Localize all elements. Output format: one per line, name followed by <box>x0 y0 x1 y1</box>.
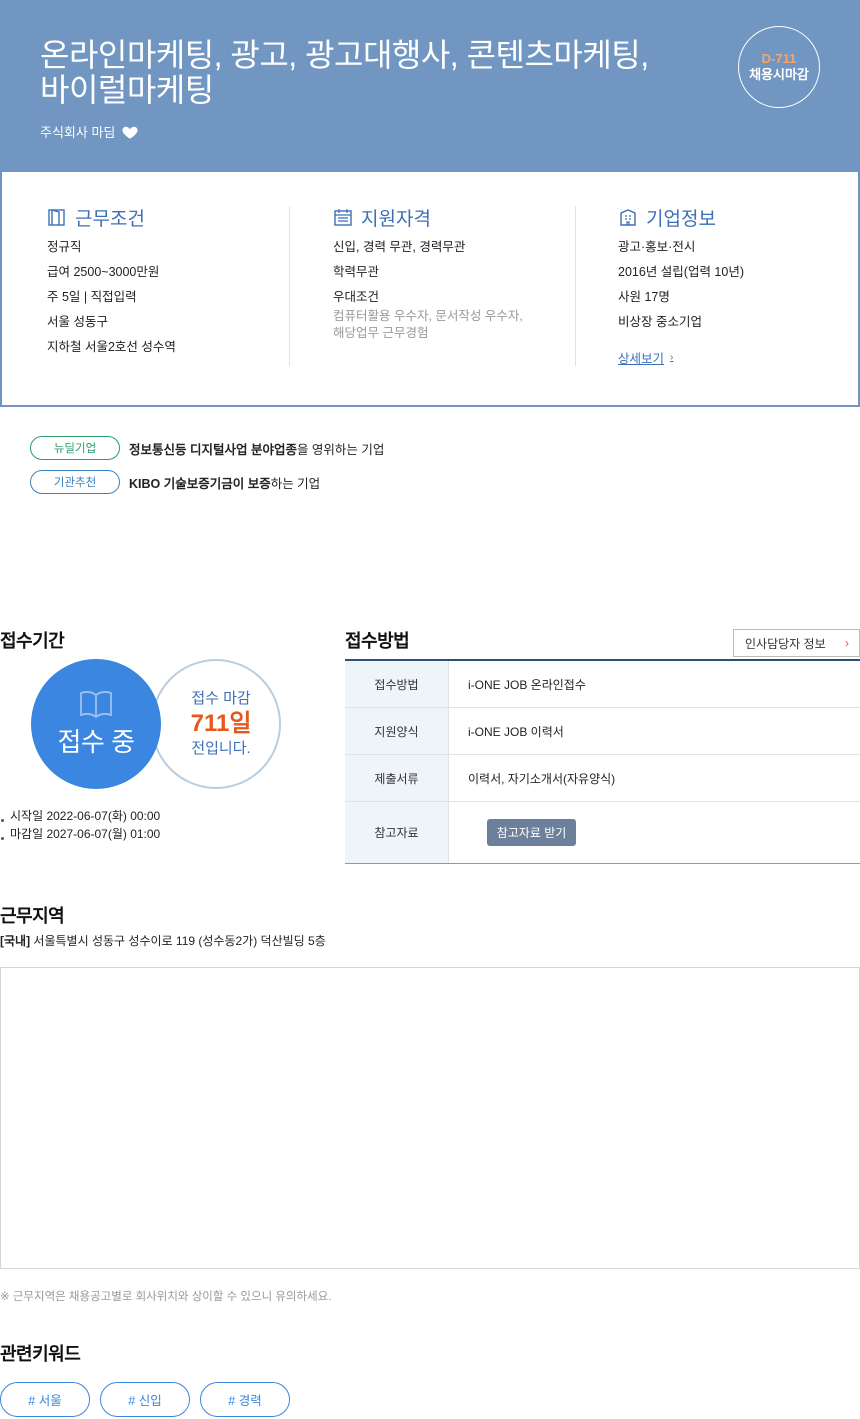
hr-contact-button[interactable]: 인사담당자 정보 › <box>733 629 860 657</box>
keyword-tag[interactable]: # 서울 <box>0 1382 90 1417</box>
deadline-days: 711일 <box>190 710 252 737</box>
work-line: 급여 2500~3000만원 <box>47 265 160 279</box>
calendar-icon <box>334 209 352 226</box>
row-key: 지원양식 <box>345 708 449 754</box>
job-title-line2: 바이럴마케팅 <box>40 72 214 108</box>
qualifications-head: 지원자격 <box>333 206 563 230</box>
dday-label: 채용시마감 <box>749 67 809 82</box>
company-line: 비상장 중소기업 <box>618 315 702 329</box>
table-row: 지원양식 i-ONE JOB 이력서 <box>345 708 860 755</box>
work-line: 정규직 <box>47 240 82 254</box>
company-line: 사원 17명 <box>618 290 670 304</box>
row-value: i-ONE JOB 온라인접수 <box>468 677 586 692</box>
hr-contact-label[interactable]: 인사담당자 정보 <box>745 635 826 652</box>
job-title-line1: 온라인마케팅, 광고, 광고대행사, 콘텐츠마케팅, <box>40 37 649 73</box>
badge-description-bold: 정보통신등 디지털사업 분야업종 <box>129 442 297 457</box>
region-address-text: 서울특별시 성동구 성수이로 119 (성수동2가) 덕산빌딩 5층 <box>33 934 326 948</box>
badge-description-rest: 을 영위하는 기업 <box>296 442 385 457</box>
map-area[interactable] <box>0 967 860 1269</box>
job-header: 온라인마케팅, 광고, 광고대행사, 콘텐츠마케팅, 바이럴마케팅 주식회사 마… <box>0 0 860 172</box>
preferred-detail: 컴퓨터활용 우수자, 문서작성 우수자, <box>333 309 523 323</box>
method-table: 접수방법 i-ONE JOB 온라인접수 지원양식 i-ONE JOB 이력서 … <box>345 659 860 864</box>
newdeal-badge: 뉴딜기업 <box>30 436 120 460</box>
row-value: i-ONE JOB 이력서 <box>468 724 564 739</box>
work-conditions-title: 근무조건 <box>75 208 145 230</box>
company-line: 광고·홍보·전시 <box>618 240 696 254</box>
dday-badge: D-711 채용시마감 <box>738 26 820 108</box>
region-title: 근무지역 <box>0 906 65 926</box>
dday-count: D-711 <box>761 51 797 66</box>
keyword-tag[interactable]: # 경력 <box>200 1382 290 1417</box>
table-row: 접수방법 i-ONE JOB 온라인접수 <box>345 661 860 708</box>
chevron-right-icon: › <box>845 636 849 650</box>
agency-recommend-badge: 기관추천 <box>30 470 120 494</box>
company-name[interactable]: 주식회사 마딤 <box>40 122 115 141</box>
job-title: 온라인마케팅, 광고, 광고대행사, 콘텐츠마케팅, 바이럴마케팅 <box>40 38 680 108</box>
qualification-line: 학력무관 <box>333 265 380 279</box>
badge-row: 기관추천 KIBO 기술보증기금이 보증하는 기업 <box>30 470 320 494</box>
chevron-right-icon: › <box>670 352 674 363</box>
deadline-suffix: 전입니다. <box>191 740 251 757</box>
company-detail-label[interactable]: 상세보기 <box>618 348 664 367</box>
badge-description: 정보통신등 디지털사업 분야업종을 영위하는 기업 <box>129 439 384 458</box>
region-tag: [국내] <box>0 934 31 948</box>
table-row: 참고자료 참고자료 받기 <box>345 802 860 863</box>
badge-description-bold: KIBO 기술보증기금이 보증 <box>129 476 271 491</box>
qualifications: 지원자격 신입, 경력 무관, 경력무관 학력무관 우대조건 컴퓨터활용 우수자… <box>333 206 563 342</box>
preferred-detail: 해당업무 근무경험 <box>333 326 429 340</box>
end-date: 마감일 2027-06-07(월) 01:00 <box>0 825 160 843</box>
download-reference-button[interactable]: 참고자료 받기 <box>487 819 576 846</box>
method-title: 접수방법 <box>345 631 410 651</box>
keywords-title: 관련키워드 <box>0 1344 81 1364</box>
deadline-prefix: 접수 마감 <box>191 690 251 707</box>
region-address: [국내] 서울특별시 성동구 성수이로 119 (성수동2가) 덕산빌딩 5층 <box>0 932 326 949</box>
deadline-circle: 접수 마감 711일 전입니다. <box>151 659 281 789</box>
badge-row: 뉴딜기업 정보통신등 디지털사업 분야업종을 영위하는 기업 <box>30 436 384 460</box>
door-icon <box>48 209 65 226</box>
row-key: 제출서류 <box>345 755 449 801</box>
work-line: 지하철 서울2호선 성수역 <box>47 340 176 354</box>
badge-description-rest: 하는 기업 <box>270 476 321 491</box>
keyword-list: # 서울 # 신입 # 경력 <box>0 1382 300 1417</box>
row-key: 접수방법 <box>345 661 449 707</box>
start-date: 시작일 2022-06-07(화) 00:00 <box>0 807 160 825</box>
qualifications-title: 지원자격 <box>361 208 431 230</box>
work-conditions: 근무조건 정규직 급여 2500~3000만원 주 5일 | 직접입력 서울 성… <box>47 206 277 363</box>
period-title: 접수기간 <box>0 631 65 651</box>
row-key: 참고자료 <box>345 802 449 863</box>
work-line: 서울 성동구 <box>47 315 108 329</box>
building-icon <box>620 209 636 226</box>
badge-description: KIBO 기술보증기금이 보증하는 기업 <box>129 473 320 492</box>
period-dates: 시작일 2022-06-07(화) 00:00 마감일 2027-06-07(월… <box>0 807 160 843</box>
status-label: 접수 중 <box>57 726 135 757</box>
company-row: 주식회사 마딤 <box>40 122 139 141</box>
qualification-line: 우대조건 <box>333 290 380 304</box>
heart-icon[interactable] <box>121 123 139 141</box>
company-info-head: 기업정보 <box>618 206 848 230</box>
company-info-title: 기업정보 <box>646 208 716 230</box>
work-line: 주 5일 | 직접입력 <box>47 290 137 304</box>
divider <box>575 206 576 366</box>
divider <box>289 206 290 366</box>
summary-box: 근무조건 정규직 급여 2500~3000만원 주 5일 | 직접입력 서울 성… <box>0 172 860 407</box>
table-row: 제출서류 이력서, 자기소개서(자유양식) <box>345 755 860 802</box>
keyword-tag[interactable]: # 신입 <box>100 1382 190 1417</box>
company-info: 기업정보 광고·홍보·전시 2016년 설립(업력 10년) 사원 17명 비상… <box>618 206 848 368</box>
company-detail-link[interactable]: 상세보기 › <box>618 348 673 367</box>
row-value: 이력서, 자기소개서(자유양식) <box>468 771 616 786</box>
status-circle: 접수 중 <box>31 659 161 789</box>
row-value: 참고자료 받기 <box>449 802 860 863</box>
book-icon <box>80 690 112 718</box>
company-line: 2016년 설립(업력 10년) <box>618 265 744 279</box>
work-conditions-head: 근무조건 <box>47 206 277 230</box>
region-note: ※ 근무지역은 채용공고별로 회사위치와 상이할 수 있으니 유의하세요. <box>0 1291 332 1303</box>
qualification-line: 신입, 경력 무관, 경력무관 <box>333 240 466 254</box>
